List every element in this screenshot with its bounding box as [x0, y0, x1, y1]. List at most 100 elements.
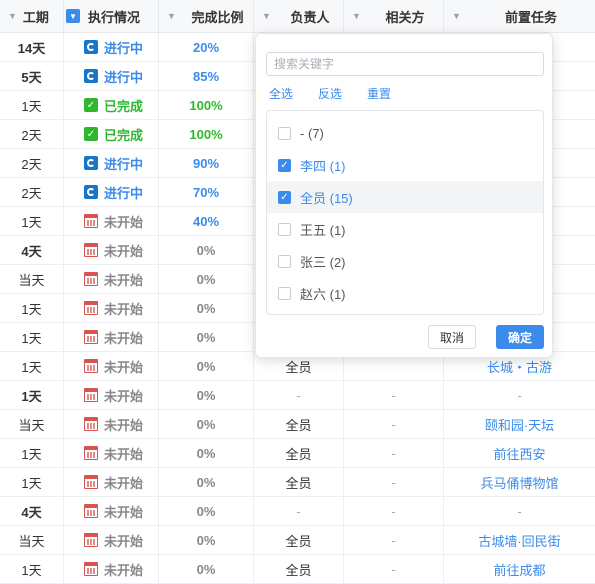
- percent-cell[interactable]: 0%: [159, 381, 254, 409]
- status-cell[interactable]: 未开始: [64, 410, 159, 438]
- duration-cell[interactable]: 2天: [0, 178, 64, 206]
- confirm-button[interactable]: 确定: [496, 325, 544, 349]
- percent-cell[interactable]: 0%: [159, 265, 254, 293]
- status-cell[interactable]: 未开始: [64, 381, 159, 409]
- status-cell[interactable]: 进行中: [64, 33, 159, 61]
- header-percent[interactable]: ▼ 完成比例: [159, 0, 254, 32]
- filter-icon[interactable]: ▼: [66, 9, 80, 23]
- header-status[interactable]: ▼ 执行情况: [64, 0, 159, 32]
- duration-cell[interactable]: 2天: [0, 120, 64, 148]
- filter-option[interactable]: 赵六 (1): [267, 277, 543, 309]
- filter-option[interactable]: 张三 (2): [267, 245, 543, 277]
- caret-down-icon[interactable]: ▼: [352, 11, 361, 21]
- predecessor-cell[interactable]: 古城墙·回民街: [444, 526, 595, 554]
- status-cell[interactable]: 进行中: [64, 178, 159, 206]
- percent-cell[interactable]: 85%: [159, 62, 254, 90]
- duration-cell[interactable]: 2天: [0, 149, 64, 177]
- status-cell[interactable]: 未开始: [64, 526, 159, 554]
- owner-cell[interactable]: 全员: [254, 555, 344, 583]
- status-cell[interactable]: 未开始: [64, 236, 159, 264]
- caret-down-icon[interactable]: ▼: [262, 11, 271, 21]
- table-row[interactable]: 4天 未开始 0% - - -: [0, 497, 595, 526]
- party-cell[interactable]: -: [344, 526, 444, 554]
- filter-option[interactable]: 王五 (1): [267, 213, 543, 245]
- percent-cell[interactable]: 0%: [159, 236, 254, 264]
- cancel-button[interactable]: 取消: [428, 325, 476, 349]
- status-cell[interactable]: 未开始: [64, 294, 159, 322]
- percent-cell[interactable]: 0%: [159, 497, 254, 525]
- duration-cell[interactable]: 1天: [0, 294, 64, 322]
- caret-down-icon[interactable]: ▼: [452, 11, 461, 21]
- duration-cell[interactable]: 1天: [0, 439, 64, 467]
- percent-cell[interactable]: 70%: [159, 178, 254, 206]
- table-row[interactable]: 1天 未开始 0% 全员 - 前往成都: [0, 555, 595, 584]
- duration-cell[interactable]: 1天: [0, 468, 64, 496]
- predecessor-cell[interactable]: 前往西安: [444, 439, 595, 467]
- duration-cell[interactable]: 5天: [0, 62, 64, 90]
- owner-cell[interactable]: -: [254, 381, 344, 409]
- checkbox[interactable]: ✓: [278, 190, 291, 204]
- percent-cell[interactable]: 0%: [159, 439, 254, 467]
- header-owner[interactable]: ▼ 负责人: [254, 0, 344, 32]
- checkbox[interactable]: [278, 254, 291, 268]
- status-cell[interactable]: 未开始: [64, 497, 159, 525]
- duration-cell[interactable]: 4天: [0, 236, 64, 264]
- owner-cell[interactable]: 全员: [254, 526, 344, 554]
- percent-cell[interactable]: 40%: [159, 207, 254, 235]
- party-cell[interactable]: -: [344, 468, 444, 496]
- checkbox[interactable]: ✓: [278, 158, 291, 172]
- party-cell[interactable]: -: [344, 381, 444, 409]
- owner-cell[interactable]: 全员: [254, 410, 344, 438]
- owner-cell[interactable]: 全员: [254, 439, 344, 467]
- percent-cell[interactable]: 0%: [159, 294, 254, 322]
- status-cell[interactable]: 未开始: [64, 207, 159, 235]
- duration-cell[interactable]: 1天: [0, 91, 64, 119]
- header-duration[interactable]: ▼ 工期: [0, 0, 64, 32]
- table-row[interactable]: 1天 未开始 0% 全员 - 前往西安: [0, 439, 595, 468]
- duration-cell[interactable]: 1天: [0, 555, 64, 583]
- status-cell[interactable]: ✓ 已完成: [64, 91, 159, 119]
- header-predecessor[interactable]: ▼ 前置任务: [444, 0, 595, 32]
- duration-cell[interactable]: 4天: [0, 497, 64, 525]
- duration-cell[interactable]: 1天: [0, 207, 64, 235]
- party-cell[interactable]: -: [344, 497, 444, 525]
- predecessor-cell[interactable]: 前往成都: [444, 555, 595, 583]
- owner-cell[interactable]: 全员: [254, 468, 344, 496]
- party-cell[interactable]: -: [344, 555, 444, 583]
- caret-down-icon[interactable]: ▼: [167, 11, 176, 21]
- status-cell[interactable]: 未开始: [64, 265, 159, 293]
- filter-option[interactable]: ✓ 全员 (15): [267, 181, 543, 213]
- duration-cell[interactable]: 当天: [0, 265, 64, 293]
- status-cell[interactable]: 未开始: [64, 439, 159, 467]
- table-row[interactable]: 1天 未开始 0% 全员 - 兵马俑博物馆: [0, 468, 595, 497]
- percent-cell[interactable]: 90%: [159, 149, 254, 177]
- search-input[interactable]: [266, 52, 544, 76]
- status-cell[interactable]: 进行中: [64, 62, 159, 90]
- predecessor-cell[interactable]: -: [444, 497, 595, 525]
- duration-cell[interactable]: 当天: [0, 410, 64, 438]
- owner-cell[interactable]: -: [254, 497, 344, 525]
- party-cell[interactable]: -: [344, 439, 444, 467]
- duration-cell[interactable]: 14天: [0, 33, 64, 61]
- checkbox[interactable]: [278, 286, 291, 300]
- predecessor-cell[interactable]: 颐和园·天坛: [444, 410, 595, 438]
- status-cell[interactable]: 进行中: [64, 149, 159, 177]
- status-cell[interactable]: 未开始: [64, 555, 159, 583]
- percent-cell[interactable]: 0%: [159, 323, 254, 351]
- caret-down-icon[interactable]: ▼: [8, 11, 17, 21]
- select-all-link[interactable]: 全选: [269, 85, 293, 102]
- percent-cell[interactable]: 20%: [159, 33, 254, 61]
- status-cell[interactable]: ✓ 已完成: [64, 120, 159, 148]
- header-party[interactable]: ▼ 相关方: [344, 0, 444, 32]
- status-cell[interactable]: 未开始: [64, 352, 159, 380]
- status-cell[interactable]: 未开始: [64, 468, 159, 496]
- duration-cell[interactable]: 1天: [0, 381, 64, 409]
- predecessor-cell[interactable]: 兵马俑博物馆: [444, 468, 595, 496]
- table-row[interactable]: 当天 未开始 0% 全员 - 颐和园·天坛: [0, 410, 595, 439]
- percent-cell[interactable]: 0%: [159, 468, 254, 496]
- party-cell[interactable]: -: [344, 410, 444, 438]
- checkbox[interactable]: [278, 222, 291, 236]
- duration-cell[interactable]: 1天: [0, 352, 64, 380]
- table-row[interactable]: 1天 未开始 0% - - -: [0, 381, 595, 410]
- status-cell[interactable]: 未开始: [64, 323, 159, 351]
